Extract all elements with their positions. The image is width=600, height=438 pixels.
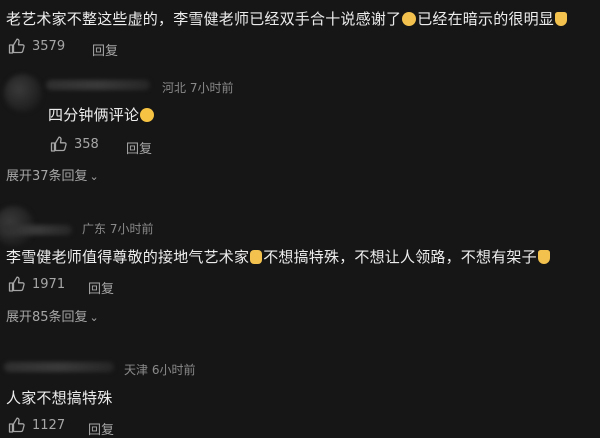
like-count: 1971 — [32, 276, 66, 292]
comment-text-part: 李雪健老师值得尊敬的接地气艺术家 — [6, 248, 250, 266]
expand-replies-button[interactable]: 展开37条回复 ⌄ — [6, 165, 99, 184]
comment-time: 7小时前 — [109, 222, 154, 236]
expand-replies-label: 展开85条回复 — [6, 310, 88, 325]
comment-text-part: 老艺术家不整这些虚的，李雪健老师已经双手合十说感谢了 — [6, 10, 402, 28]
thumbs-up-icon — [50, 136, 68, 152]
comment-meta: 天津 6小时前 — [124, 361, 195, 378]
chevron-down-icon: ⌄ — [89, 170, 99, 183]
like-button[interactable]: 358 — [50, 136, 99, 152]
username-redacted[interactable] — [46, 80, 150, 90]
like-button[interactable]: 3579 — [8, 38, 65, 54]
comment-location: 广东 — [82, 222, 107, 236]
comment-text-part: 四分钟俩评论 — [48, 106, 140, 124]
comment-text: 四分钟俩评论 — [48, 104, 155, 125]
like-count: 358 — [74, 136, 99, 152]
comment-text: 李雪健老师值得尊敬的接地气艺术家 不想搞特殊，不想让人领路，不想有架子 — [6, 246, 551, 267]
folded-hands-emoji-icon — [555, 12, 568, 26]
reply-button[interactable]: 回复 — [126, 138, 152, 157]
comment-meta: 广东 7小时前 — [82, 220, 153, 237]
comment-meta: 河北 7小时前 — [162, 79, 233, 96]
comment-text-part: 已经在暗示的很明显 — [417, 10, 555, 28]
comment-text: 人家不想搞特殊 — [6, 389, 113, 407]
username-redacted[interactable] — [2, 225, 72, 235]
thumbs-up-icon — [8, 38, 26, 54]
reply-button[interactable]: 回复 — [88, 278, 114, 297]
laughing-emoji-icon — [140, 108, 155, 122]
like-button[interactable]: 1971 — [8, 276, 65, 292]
comment-time: 7小时前 — [189, 81, 234, 95]
reply-button[interactable]: 回复 — [88, 419, 114, 438]
expand-replies-button[interactable]: 展开85条回复 ⌄ — [6, 306, 99, 325]
username-redacted[interactable] — [4, 362, 114, 372]
thumbs-up-icon — [8, 417, 26, 433]
comment-location: 天津 — [124, 363, 149, 377]
comment-location: 河北 — [162, 81, 187, 95]
folded-hands-emoji-icon — [537, 250, 550, 264]
chevron-down-icon: ⌄ — [89, 311, 99, 324]
comment-text-part: 不想搞特殊，不想让人领路，不想有架子 — [263, 248, 537, 266]
avatar[interactable] — [4, 74, 42, 112]
expand-replies-label: 展开37条回复 — [6, 169, 88, 184]
comment-time: 6小时前 — [151, 363, 196, 377]
person-emoji-icon — [402, 12, 417, 26]
thumbs-up-emoji-icon — [250, 250, 263, 264]
thumbs-up-icon — [8, 276, 26, 292]
like-button[interactable]: 1127 — [8, 417, 65, 433]
reply-button[interactable]: 回复 — [92, 40, 118, 59]
like-count: 1127 — [32, 417, 66, 433]
comment-text: 老艺术家不整这些虚的，李雪健老师已经双手合十说感谢了 已经在暗示的很明显 — [6, 8, 568, 29]
like-count: 3579 — [32, 38, 66, 54]
